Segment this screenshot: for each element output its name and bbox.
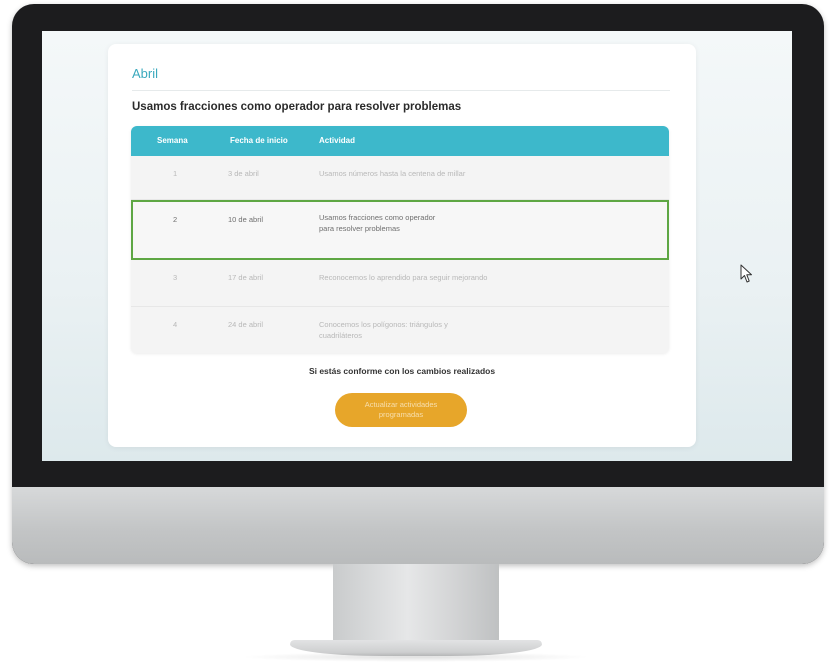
cell-activity: Conocemos los polígonos: triángulos y cu… xyxy=(319,320,448,340)
confirm-text: Si estás conforme con los cambios realiz… xyxy=(308,366,496,376)
monitor-screen: Abril Usamos fracciones como operador pa… xyxy=(42,31,792,461)
monitor-chin xyxy=(12,487,824,564)
table-row[interactable]: 1 3 de abril Usamos números hasta la cen… xyxy=(131,156,669,200)
header-week: Semana xyxy=(157,136,188,145)
cell-start-date: 10 de abril xyxy=(228,215,264,224)
mouse-pointer-icon xyxy=(740,264,752,283)
cell-week: 1 xyxy=(173,169,178,178)
table-row[interactable]: 3 17 de abril Reconocemos lo aprendido p… xyxy=(131,260,669,307)
cell-activity: Usamos números hasta la centena de milla… xyxy=(319,169,466,178)
section-title: Usamos fracciones como operador para res… xyxy=(132,101,462,113)
table-header: Semana Fecha de inicio Actividad xyxy=(131,126,669,156)
divider xyxy=(132,90,670,91)
month-title: Abril xyxy=(132,66,159,81)
schedule-card: Abril Usamos fracciones como operador pa… xyxy=(108,44,696,447)
cell-start-date: 17 de abril xyxy=(228,273,264,282)
cell-week: 2 xyxy=(173,215,178,224)
cell-week: 3 xyxy=(173,273,178,282)
cell-start-date: 24 de abril xyxy=(228,320,264,329)
activities-table: Semana Fecha de inicio Actividad 1 3 de … xyxy=(131,126,669,353)
monitor-stand xyxy=(333,564,499,648)
table-row[interactable]: 4 24 de abril Conocemos los polígonos: t… xyxy=(131,307,669,353)
header-start-date: Fecha de inicio xyxy=(230,136,288,145)
stand-shadow xyxy=(240,652,592,662)
cell-activity: Usamos fracciones como operador para res… xyxy=(319,213,436,233)
update-activities-button[interactable]: Actualizar actividades programadas xyxy=(335,393,467,427)
header-activity: Actividad xyxy=(319,136,356,145)
table-row-highlighted[interactable]: 2 10 de abril Usamos fracciones como ope… xyxy=(131,200,669,260)
cell-activity: Reconocemos lo aprendido para seguir mej… xyxy=(319,273,488,282)
update-activities-label: Actualizar actividades programadas xyxy=(364,400,438,419)
cell-week: 4 xyxy=(173,320,178,329)
cell-start-date: 3 de abril xyxy=(228,169,259,178)
